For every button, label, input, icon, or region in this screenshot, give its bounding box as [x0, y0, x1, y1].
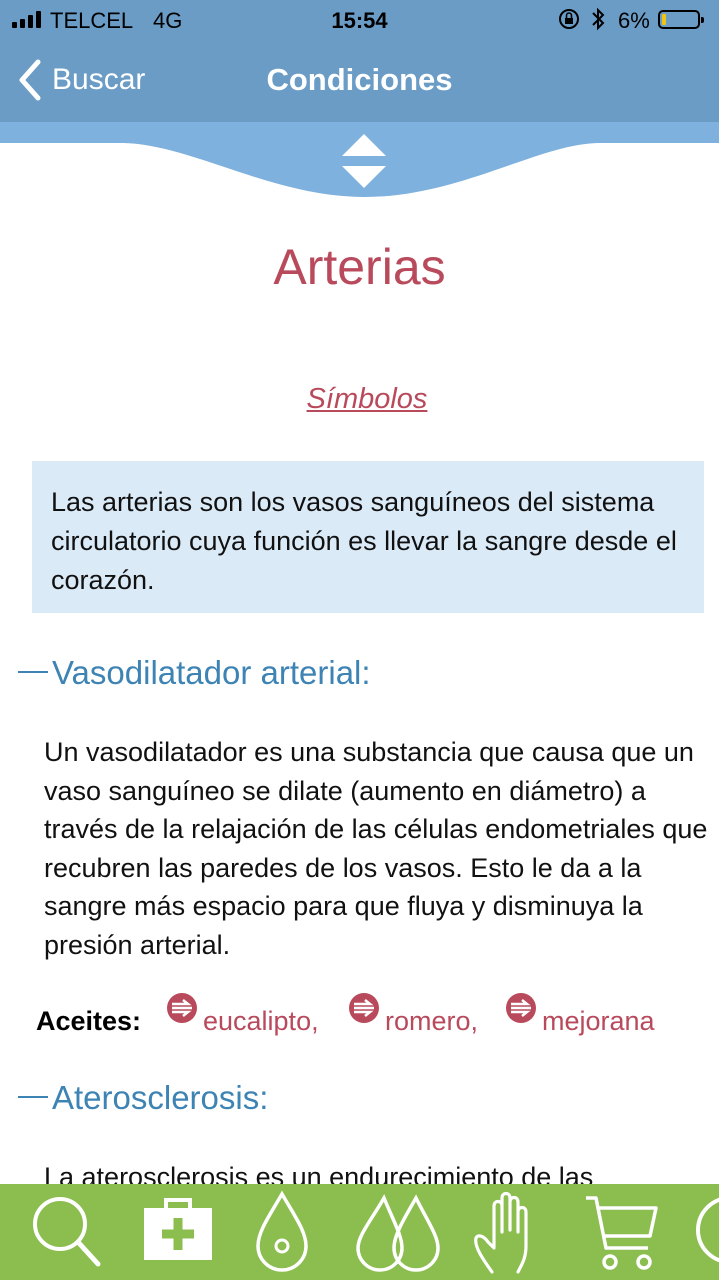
hand-icon — [474, 1191, 528, 1274]
expand-collapse-handle[interactable] — [340, 132, 388, 192]
tab-more[interactable] — [694, 1184, 719, 1280]
tab-conditions[interactable] — [140, 1184, 216, 1280]
nav-title: Condiciones — [266, 62, 453, 97]
up-down-arrows-icon — [342, 134, 386, 188]
section-body-vasodilatador: Un vasodilatador es una substancia que c… — [44, 737, 708, 960]
first-aid-kit-icon — [144, 1198, 212, 1260]
tab-search[interactable] — [28, 1184, 104, 1280]
more-icon — [696, 1197, 719, 1263]
navigation-bar: Buscar Condiciones — [0, 40, 719, 122]
tab-application[interactable] — [470, 1184, 546, 1280]
collapse-dash-icon — [18, 1096, 48, 1099]
section-title-aterosclerosis[interactable]: Aterosclerosis: — [18, 1079, 268, 1117]
section-title-text: Aterosclerosis: — [52, 1079, 269, 1116]
bluetooth-icon — [590, 6, 606, 38]
battery-icon — [658, 10, 704, 29]
status-bar: TELCEL 4G 15:54 6% — [0, 0, 719, 40]
tab-bar — [0, 1184, 719, 1280]
battery-percent: 6% — [618, 8, 650, 33]
collapse-dash-icon — [18, 671, 48, 674]
tab-blends[interactable] — [354, 1184, 446, 1280]
oil-name: eucalipto, — [203, 1006, 319, 1036]
orientation-lock-icon — [558, 7, 580, 37]
tab-single-oils[interactable] — [254, 1184, 310, 1280]
intro-box: Las arterias son los vasos sanguíneos de… — [32, 461, 704, 613]
oils-row: Aceites: eucalipto, romero, mejorana — [36, 993, 716, 1046]
status-time: 15:54 — [331, 8, 388, 33]
oil-name: romero, — [385, 1006, 479, 1036]
oil-name: mejorana — [542, 1006, 655, 1036]
page-title: Arterias — [273, 239, 446, 295]
tab-cart[interactable] — [582, 1184, 662, 1280]
section-title-text: Vasodilatador arterial: — [52, 654, 371, 691]
double-drop-icon — [356, 1194, 440, 1272]
cart-icon — [586, 1196, 658, 1270]
single-drop-icon — [256, 1190, 308, 1272]
oil-symbol-icon — [349, 993, 379, 1023]
search-icon — [33, 1197, 101, 1267]
oil-symbol-icon — [506, 993, 536, 1023]
oil-symbol-icon — [167, 993, 197, 1023]
symbols-link[interactable]: Símbolos — [0, 383, 719, 416]
oils-label: Aceites: — [36, 1006, 142, 1036]
section-title-vasodilatador[interactable]: Vasodilatador arterial: — [18, 654, 371, 692]
